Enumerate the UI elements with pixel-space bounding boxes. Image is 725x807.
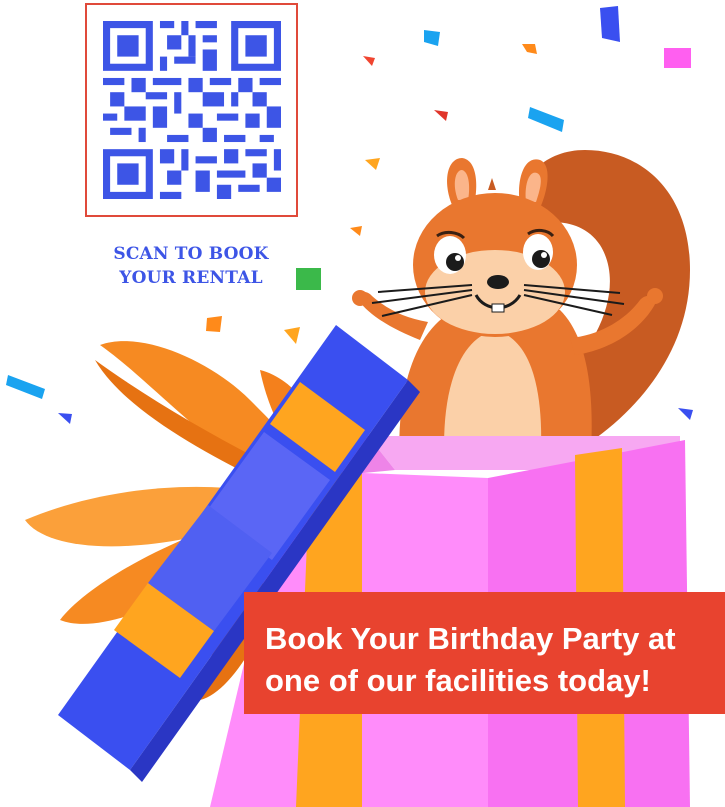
promo-headline: Book Your Birthday Party at one of our f… — [265, 618, 715, 702]
promo-line-1: Book Your Birthday Party at — [265, 621, 676, 656]
scan-instructions: SCAN TO BOOK YOUR RENTAL — [96, 242, 286, 290]
scan-line-2: YOUR RENTAL — [119, 268, 263, 288]
scan-line-1: SCAN TO BOOK — [113, 244, 269, 264]
qr-code-frame — [85, 3, 298, 217]
qr-code-icon — [103, 21, 281, 199]
promo-line-2: one of our facilities today! — [265, 663, 651, 698]
